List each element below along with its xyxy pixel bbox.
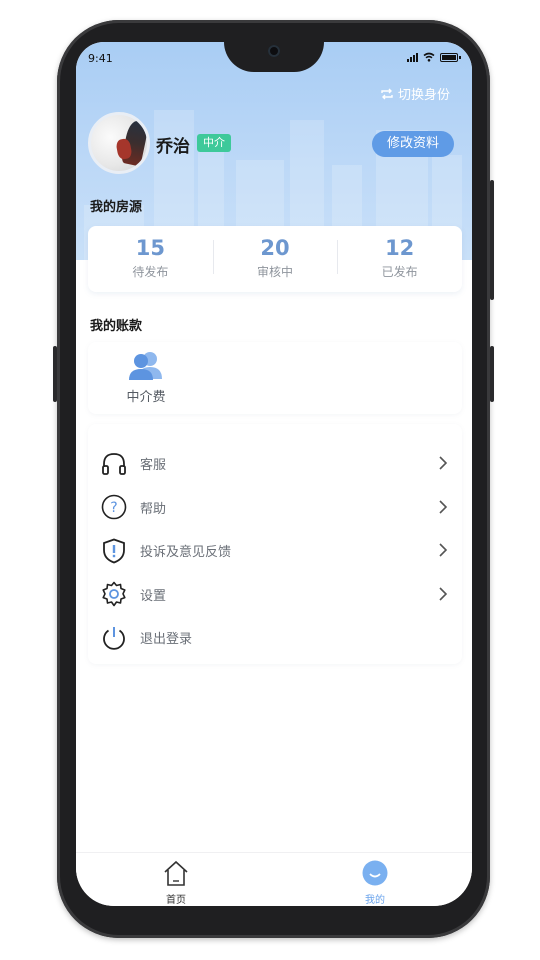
wifi-icon [423,52,435,62]
section-title-account: 我的账款 [90,319,143,334]
help-icon: ? [100,493,128,521]
battery-icon [440,52,461,62]
bottom-tab-bar: 首页 我的 [76,852,472,906]
headset-icon [100,450,128,478]
tab-label: 我的 [365,895,385,906]
people-icon [128,350,164,380]
listing-stats: 15 待发布 20 审核中 12 已发布 [88,226,462,292]
agency-fee-label: 中介费 [126,390,166,405]
menu-item-feedback[interactable]: 投诉及意见反馈 [88,529,462,573]
profile-icon [362,860,388,886]
stat-reviewing[interactable]: 20 审核中 [212,226,338,292]
volume-button [490,346,494,402]
account-card: 中介费 [88,342,462,414]
tab-profile[interactable]: 我的 [345,859,405,906]
svg-text:?: ? [110,500,117,516]
menu-item-settings[interactable]: 设置 [88,573,462,617]
switch-identity-label: 切换身份 [397,88,450,103]
menu-item-help[interactable]: ? 帮助 [88,486,462,530]
power-icon [100,624,128,652]
home-icon [164,860,188,886]
menu-label: 客服 [140,458,167,474]
chevron-right-icon [439,543,448,557]
menu-item-customer-service[interactable]: 客服 [88,442,462,486]
menu-label: 设置 [140,588,167,604]
agency-fee-item[interactable]: 中介费 [116,350,176,405]
power-button [490,180,494,300]
switch-identity-button[interactable]: 切换身份 [380,84,450,103]
status-icons [407,52,461,62]
edit-profile-button[interactable]: 修改资料 [372,131,454,157]
chevron-right-icon [439,499,448,514]
menu-label: 投诉及意见反馈 [140,545,232,561]
stat-label: 待发布 [132,265,169,279]
stat-value: 12 [385,236,415,260]
tab-home[interactable]: 首页 [146,859,206,906]
stat-label: 已发布 [381,265,418,279]
switch-icon [381,88,393,99]
chevron-right-icon [439,456,448,470]
side-button [53,346,57,402]
avatar[interactable] [88,112,150,174]
chevron-right-icon [439,586,448,601]
tab-label: 首页 [166,895,186,906]
stat-published[interactable]: 12 已发布 [337,226,462,292]
app-screen: 9:41 切换身份 乔治 中介 修改资料 我的房源 15 待发布 20 审核中 [76,42,472,906]
section-title-listings: 我的房源 [90,200,143,215]
menu-list: 客服 ? 帮助 投诉及意见反馈 设置 退出登录 [88,424,462,664]
gear-icon [100,580,128,608]
stat-pending[interactable]: 15 待发布 [88,226,213,292]
menu-item-logout[interactable]: 退出登录 [88,616,462,660]
stat-value: 20 [260,236,290,260]
role-badge: 中介 [197,134,231,152]
shield-alert-icon [100,537,128,565]
front-camera [268,45,280,57]
stat-value: 15 [135,236,165,260]
status-time: 9:41 [88,52,113,65]
signal-icon [407,52,418,62]
stat-label: 审核中 [257,265,294,279]
user-name: 乔治 [156,137,190,157]
menu-label: 退出登录 [140,632,193,648]
menu-label: 帮助 [140,501,167,517]
